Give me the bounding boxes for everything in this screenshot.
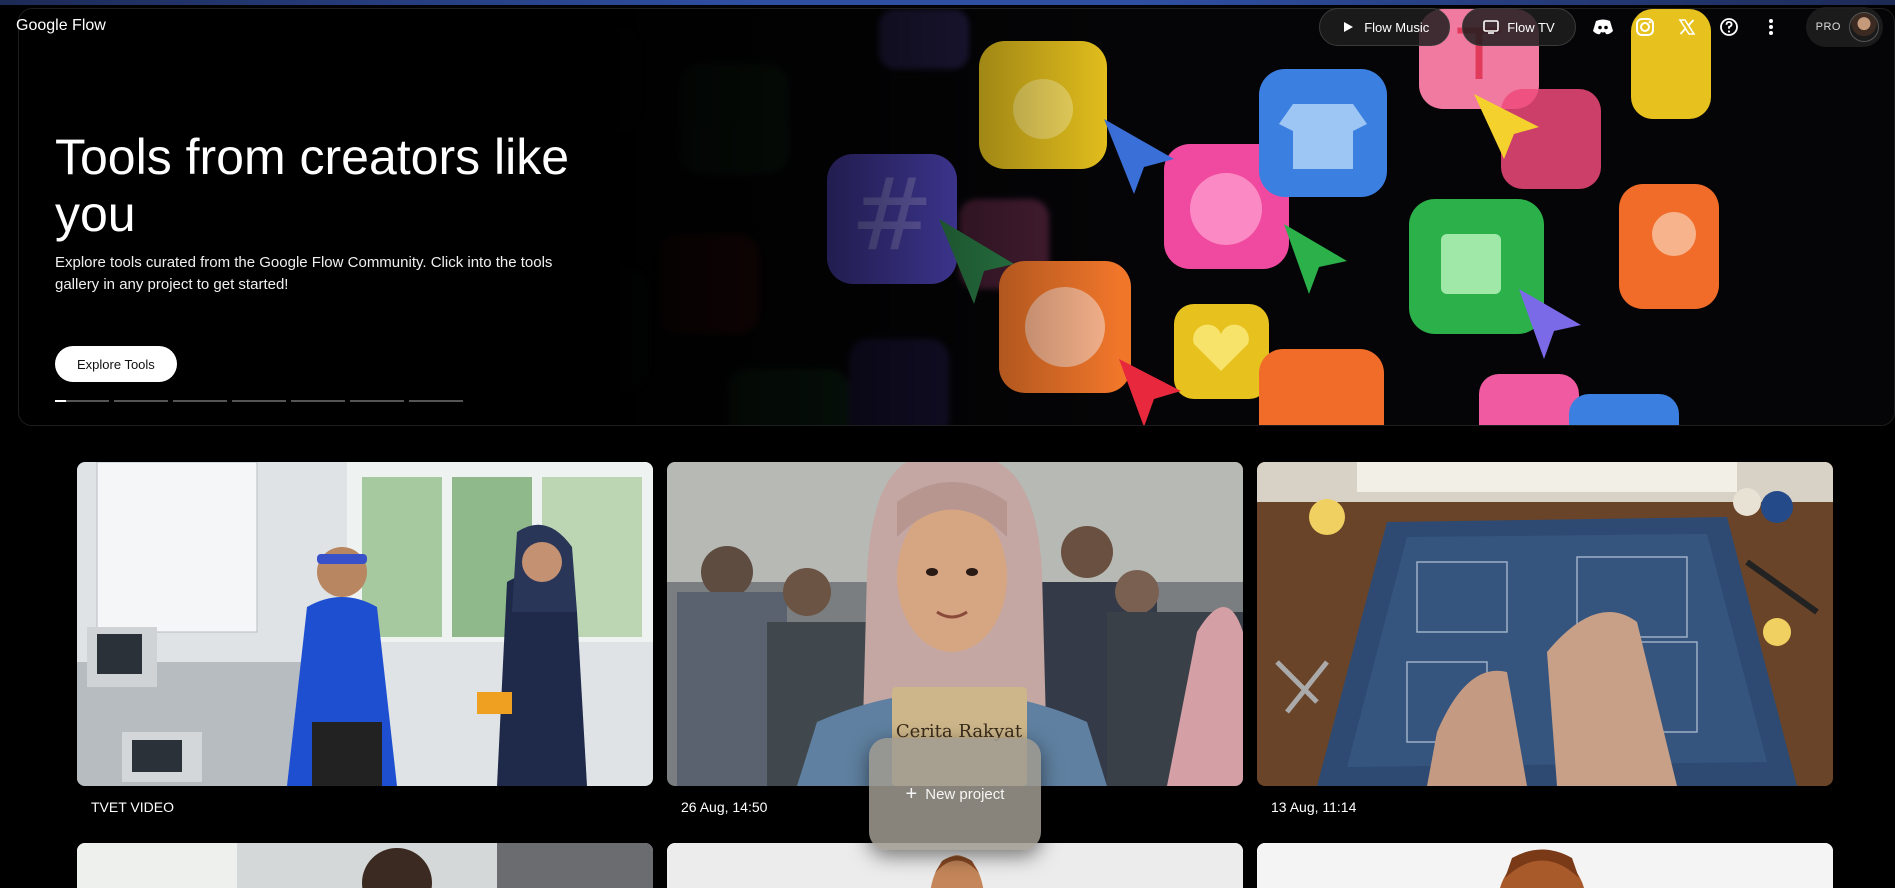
help-icon[interactable]: [1714, 12, 1744, 42]
carousel-dot[interactable]: [409, 400, 463, 402]
flow-music-label: Flow Music: [1364, 19, 1430, 35]
project-card[interactable]: [77, 843, 653, 888]
avatar[interactable]: [1849, 12, 1879, 42]
account-menu[interactable]: PRO: [1805, 7, 1883, 47]
pro-badge: PRO: [1815, 21, 1841, 33]
explore-tools-button[interactable]: Explore Tools: [55, 346, 177, 382]
carousel-dot[interactable]: [232, 400, 286, 402]
top-accent-bar: [0, 0, 1895, 5]
header-actions: Flow Music Flow TV PRO: [1319, 7, 1883, 47]
project-card[interactable]: [1257, 462, 1833, 786]
instagram-icon[interactable]: [1630, 12, 1660, 42]
plus-icon: +: [905, 783, 918, 805]
discord-icon[interactable]: [1588, 12, 1618, 42]
carousel-indicators: [55, 400, 463, 402]
project-thumbnail: [77, 462, 653, 786]
project-thumbnail: [77, 843, 653, 888]
project-thumbnail: [1257, 843, 1833, 888]
carousel-dot[interactable]: [350, 400, 404, 402]
brand-logo[interactable]: Google Flow: [16, 17, 106, 35]
new-project-button[interactable]: + New project: [869, 738, 1041, 850]
flow-tv-button[interactable]: Flow TV: [1462, 8, 1576, 46]
carousel-dot[interactable]: [291, 400, 345, 402]
x-icon[interactable]: [1672, 12, 1702, 42]
carousel-dot[interactable]: [55, 400, 109, 402]
new-project-label: New project: [925, 785, 1005, 803]
project-card[interactable]: [1257, 843, 1833, 888]
hero-banner: # T Tools from creators like you Explore…: [18, 8, 1895, 426]
tv-icon: [1483, 19, 1500, 35]
more-vert-icon[interactable]: [1756, 12, 1786, 42]
carousel-dot[interactable]: [173, 400, 227, 402]
project-title: 13 Aug, 11:14: [1271, 799, 1357, 815]
carousel-dot[interactable]: [114, 400, 168, 402]
project-thumbnail: [1257, 462, 1833, 786]
project-title: TVET VIDEO: [91, 799, 174, 815]
hero-title: Tools from creators like you: [55, 129, 570, 242]
hero-description: Explore tools curated from the Google Fl…: [55, 254, 553, 293]
music-icon: [1340, 19, 1356, 35]
flow-tv-label: Flow TV: [1507, 19, 1555, 35]
flow-music-button[interactable]: Flow Music: [1319, 8, 1451, 46]
project-title: 26 Aug, 14:50: [681, 799, 768, 815]
project-card[interactable]: [77, 462, 653, 786]
